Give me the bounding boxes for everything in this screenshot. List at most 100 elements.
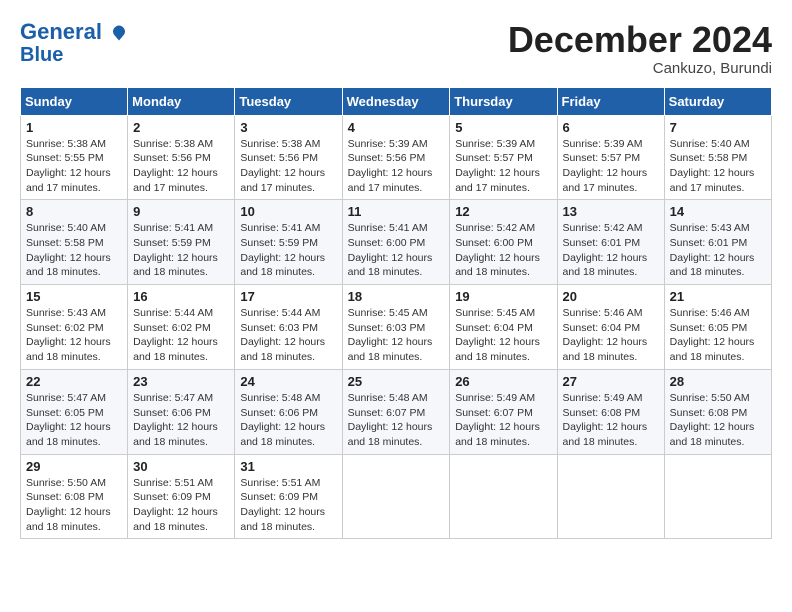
calendar-week-row: 8 Sunrise: 5:40 AMSunset: 5:58 PMDaylight… bbox=[21, 200, 772, 285]
day-info: Sunrise: 5:49 AMSunset: 6:07 PMDaylight:… bbox=[455, 392, 540, 448]
day-number: 25 bbox=[348, 374, 445, 389]
day-number: 11 bbox=[348, 204, 445, 219]
day-number: 27 bbox=[563, 374, 659, 389]
calendar-day-cell: 18 Sunrise: 5:45 AMSunset: 6:03 PMDayligh… bbox=[342, 285, 450, 370]
calendar-day-cell: 19 Sunrise: 5:45 AMSunset: 6:04 PMDayligh… bbox=[450, 285, 557, 370]
day-info: Sunrise: 5:49 AMSunset: 6:08 PMDaylight:… bbox=[563, 392, 648, 448]
day-info: Sunrise: 5:51 AMSunset: 6:09 PMDaylight:… bbox=[240, 477, 325, 533]
weekday-cell: Wednesday bbox=[342, 87, 450, 115]
day-number: 13 bbox=[563, 204, 659, 219]
title-area: December 2024 Cankuzo, Burundi bbox=[508, 20, 772, 77]
calendar-day-cell: 2 Sunrise: 5:38 AMSunset: 5:56 PMDaylight… bbox=[128, 115, 235, 200]
day-number: 26 bbox=[455, 374, 551, 389]
day-info: Sunrise: 5:46 AMSunset: 6:05 PMDaylight:… bbox=[670, 307, 755, 363]
day-info: Sunrise: 5:43 AMSunset: 6:01 PMDaylight:… bbox=[670, 222, 755, 278]
day-info: Sunrise: 5:45 AMSunset: 6:04 PMDaylight:… bbox=[455, 307, 540, 363]
day-number: 10 bbox=[240, 204, 336, 219]
calendar-day-cell: 14 Sunrise: 5:43 AMSunset: 6:01 PMDayligh… bbox=[664, 200, 771, 285]
day-number: 20 bbox=[563, 289, 659, 304]
calendar-week-row: 15Sunrise: 5:43 AMSunset: 6:02 PMDayligh… bbox=[21, 285, 772, 370]
weekday-cell: Sunday bbox=[21, 87, 128, 115]
day-number: 6 bbox=[563, 120, 659, 135]
day-info: Sunrise: 5:38 AMSunset: 5:56 PMDaylight:… bbox=[240, 138, 325, 194]
day-info: Sunrise: 5:50 AMSunset: 6:08 PMDaylight:… bbox=[670, 392, 755, 448]
calendar-day-cell: 6 Sunrise: 5:39 AMSunset: 5:57 PMDaylight… bbox=[557, 115, 664, 200]
calendar-day-cell: 12 Sunrise: 5:42 AMSunset: 6:00 PMDayligh… bbox=[450, 200, 557, 285]
calendar-day-cell bbox=[342, 454, 450, 539]
calendar-day-cell: 29Sunrise: 5:50 AMSunset: 6:08 PMDayligh… bbox=[21, 454, 128, 539]
calendar-day-cell: 21Sunrise: 5:46 AMSunset: 6:05 PMDayligh… bbox=[664, 285, 771, 370]
day-info: Sunrise: 5:51 AMSunset: 6:09 PMDaylight:… bbox=[133, 477, 218, 533]
day-number: 7 bbox=[670, 120, 766, 135]
calendar-day-cell: 13 Sunrise: 5:42 AMSunset: 6:01 PMDayligh… bbox=[557, 200, 664, 285]
weekday-cell: Monday bbox=[128, 87, 235, 115]
calendar-day-cell: 7 Sunrise: 5:40 AMSunset: 5:58 PMDaylight… bbox=[664, 115, 771, 200]
day-info: Sunrise: 5:48 AMSunset: 6:06 PMDaylight:… bbox=[240, 392, 325, 448]
day-info: Sunrise: 5:39 AMSunset: 5:56 PMDaylight:… bbox=[348, 138, 433, 194]
calendar-day-cell: 31 Sunrise: 5:51 AMSunset: 6:09 PMDayligh… bbox=[235, 454, 342, 539]
day-number: 16 bbox=[133, 289, 229, 304]
day-number: 12 bbox=[455, 204, 551, 219]
day-number: 30 bbox=[133, 459, 229, 474]
day-info: Sunrise: 5:42 AMSunset: 6:00 PMDaylight:… bbox=[455, 222, 540, 278]
day-number: 1 bbox=[26, 120, 122, 135]
day-number: 23 bbox=[133, 374, 229, 389]
weekday-cell: Thursday bbox=[450, 87, 557, 115]
day-number: 4 bbox=[348, 120, 445, 135]
calendar-day-cell: 25Sunrise: 5:48 AMSunset: 6:07 PMDayligh… bbox=[342, 369, 450, 454]
day-info: Sunrise: 5:40 AMSunset: 5:58 PMDaylight:… bbox=[26, 222, 111, 278]
calendar-day-cell: 9 Sunrise: 5:41 AMSunset: 5:59 PMDaylight… bbox=[128, 200, 235, 285]
calendar-day-cell: 17 Sunrise: 5:44 AMSunset: 6:03 PMDayligh… bbox=[235, 285, 342, 370]
day-number: 2 bbox=[133, 120, 229, 135]
day-info: Sunrise: 5:45 AMSunset: 6:03 PMDaylight:… bbox=[348, 307, 433, 363]
calendar-day-cell: 1 Sunrise: 5:38 AMSunset: 5:55 PMDaylight… bbox=[21, 115, 128, 200]
calendar-day-cell: 3 Sunrise: 5:38 AMSunset: 5:56 PMDaylight… bbox=[235, 115, 342, 200]
calendar-day-cell: 15Sunrise: 5:43 AMSunset: 6:02 PMDayligh… bbox=[21, 285, 128, 370]
calendar-day-cell: 11 Sunrise: 5:41 AMSunset: 6:00 PMDayligh… bbox=[342, 200, 450, 285]
logo-subtext: Blue bbox=[20, 44, 63, 66]
day-number: 8 bbox=[26, 204, 122, 219]
day-number: 28 bbox=[670, 374, 766, 389]
calendar-day-cell: 20 Sunrise: 5:46 AMSunset: 6:04 PMDayligh… bbox=[557, 285, 664, 370]
day-info: Sunrise: 5:43 AMSunset: 6:02 PMDaylight:… bbox=[26, 307, 111, 363]
day-info: Sunrise: 5:39 AMSunset: 5:57 PMDaylight:… bbox=[563, 138, 648, 194]
day-number: 9 bbox=[133, 204, 229, 219]
day-number: 24 bbox=[240, 374, 336, 389]
day-info: Sunrise: 5:44 AMSunset: 6:03 PMDaylight:… bbox=[240, 307, 325, 363]
location-title: Cankuzo, Burundi bbox=[508, 60, 772, 77]
day-info: Sunrise: 5:38 AMSunset: 5:55 PMDaylight:… bbox=[26, 138, 111, 194]
day-info: Sunrise: 5:47 AMSunset: 6:06 PMDaylight:… bbox=[133, 392, 218, 448]
day-info: Sunrise: 5:44 AMSunset: 6:02 PMDaylight:… bbox=[133, 307, 218, 363]
day-number: 22 bbox=[26, 374, 122, 389]
day-number: 14 bbox=[670, 204, 766, 219]
calendar-day-cell bbox=[664, 454, 771, 539]
day-info: Sunrise: 5:42 AMSunset: 6:01 PMDaylight:… bbox=[563, 222, 648, 278]
day-number: 3 bbox=[240, 120, 336, 135]
day-info: Sunrise: 5:47 AMSunset: 6:05 PMDaylight:… bbox=[26, 392, 111, 448]
day-number: 31 bbox=[240, 459, 336, 474]
logo-text: General bbox=[20, 20, 128, 44]
calendar-day-cell: 24 Sunrise: 5:48 AMSunset: 6:06 PMDayligh… bbox=[235, 369, 342, 454]
weekday-header-row: SundayMondayTuesdayWednesdayThursdayFrid… bbox=[21, 87, 772, 115]
day-info: Sunrise: 5:40 AMSunset: 5:58 PMDaylight:… bbox=[670, 138, 755, 194]
weekday-cell: Tuesday bbox=[235, 87, 342, 115]
month-title: December 2024 bbox=[508, 20, 772, 60]
calendar-week-row: 1 Sunrise: 5:38 AMSunset: 5:55 PMDaylight… bbox=[21, 115, 772, 200]
calendar-day-cell bbox=[450, 454, 557, 539]
calendar-day-cell: 22 Sunrise: 5:47 AMSunset: 6:05 PMDayligh… bbox=[21, 369, 128, 454]
day-number: 18 bbox=[348, 289, 445, 304]
calendar-day-cell: 26 Sunrise: 5:49 AMSunset: 6:07 PMDayligh… bbox=[450, 369, 557, 454]
day-info: Sunrise: 5:41 AMSunset: 5:59 PMDaylight:… bbox=[133, 222, 218, 278]
calendar-table: SundayMondayTuesdayWednesdayThursdayFrid… bbox=[20, 87, 772, 540]
calendar-day-cell: 5Sunrise: 5:39 AMSunset: 5:57 PMDaylight… bbox=[450, 115, 557, 200]
day-number: 29 bbox=[26, 459, 122, 474]
day-number: 17 bbox=[240, 289, 336, 304]
calendar-body: 1 Sunrise: 5:38 AMSunset: 5:55 PMDaylight… bbox=[21, 115, 772, 539]
day-info: Sunrise: 5:41 AMSunset: 6:00 PMDaylight:… bbox=[348, 222, 433, 278]
calendar-week-row: 22 Sunrise: 5:47 AMSunset: 6:05 PMDayligh… bbox=[21, 369, 772, 454]
day-number: 19 bbox=[455, 289, 551, 304]
logo: General Blue bbox=[20, 20, 128, 66]
day-info: Sunrise: 5:46 AMSunset: 6:04 PMDaylight:… bbox=[563, 307, 648, 363]
calendar-day-cell: 30 Sunrise: 5:51 AMSunset: 6:09 PMDayligh… bbox=[128, 454, 235, 539]
day-info: Sunrise: 5:38 AMSunset: 5:56 PMDaylight:… bbox=[133, 138, 218, 194]
